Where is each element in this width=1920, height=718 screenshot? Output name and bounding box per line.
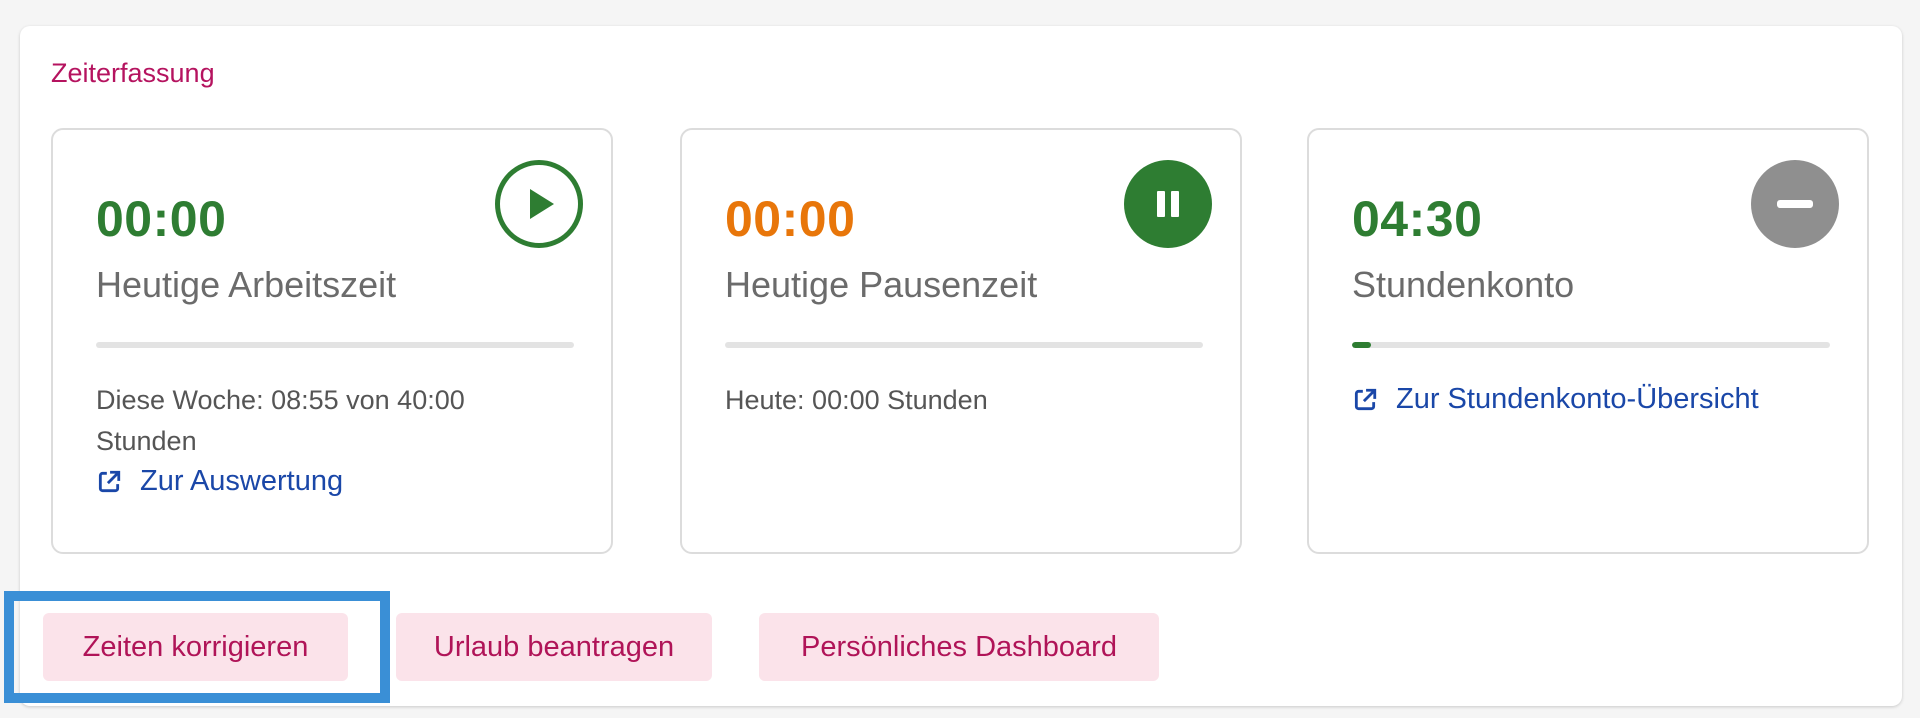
minus-icon xyxy=(1777,200,1813,208)
work-time-label: Heutige Arbeitszeit xyxy=(96,264,397,305)
hours-balance-overview-link[interactable]: Zur Stundenkonto-Übersicht xyxy=(1352,383,1759,416)
correct-times-button[interactable]: Zeiten korrigieren xyxy=(43,613,348,681)
pause-icon xyxy=(1157,191,1179,217)
evaluation-link-label: Zur Auswertung xyxy=(140,465,344,497)
work-time-value: 00:00 xyxy=(96,191,227,247)
personal-dashboard-button[interactable]: Persönliches Dashboard xyxy=(759,613,1159,681)
evaluation-link[interactable]: Zur Auswertung xyxy=(96,465,343,498)
start-button[interactable] xyxy=(495,160,583,248)
pause-summary: Heute: 00:00 Stunden xyxy=(725,385,988,415)
section-title: Zeiterfassung xyxy=(51,58,215,88)
work-time-card: 00:00 Heutige Arbeitszeit Diese Woche: 0… xyxy=(51,128,613,554)
hours-balance-card: 04:30 Stundenkonto Zur Stundenkonto-Über… xyxy=(1307,128,1869,554)
pause-time-value: 00:00 xyxy=(725,191,856,247)
work-time-progress xyxy=(96,342,574,348)
pause-time-progress xyxy=(725,342,1203,348)
play-icon xyxy=(530,189,554,219)
external-link-icon xyxy=(1354,388,1377,410)
request-vacation-button[interactable]: Urlaub beantragen xyxy=(396,613,712,681)
hours-balance-progress xyxy=(1352,342,1830,348)
pause-time-label: Heutige Pausenzeit xyxy=(725,264,1038,305)
external-link-icon xyxy=(98,470,121,492)
hours-balance-label: Stundenkonto xyxy=(1352,264,1575,305)
week-summary: Diese Woche: 08:55 von 40:00 Stunden xyxy=(96,385,465,456)
hours-balance-progress-fill xyxy=(1352,342,1372,348)
pause-button[interactable] xyxy=(1124,160,1212,248)
hours-balance-overview-link-label: Zur Stundenkonto-Übersicht xyxy=(1396,383,1759,415)
hours-balance-value: 04:30 xyxy=(1352,191,1483,247)
pause-time-card: 00:00 Heutige Pausenzeit Heute: 00:00 St… xyxy=(680,128,1242,554)
stop-button[interactable] xyxy=(1751,160,1839,248)
